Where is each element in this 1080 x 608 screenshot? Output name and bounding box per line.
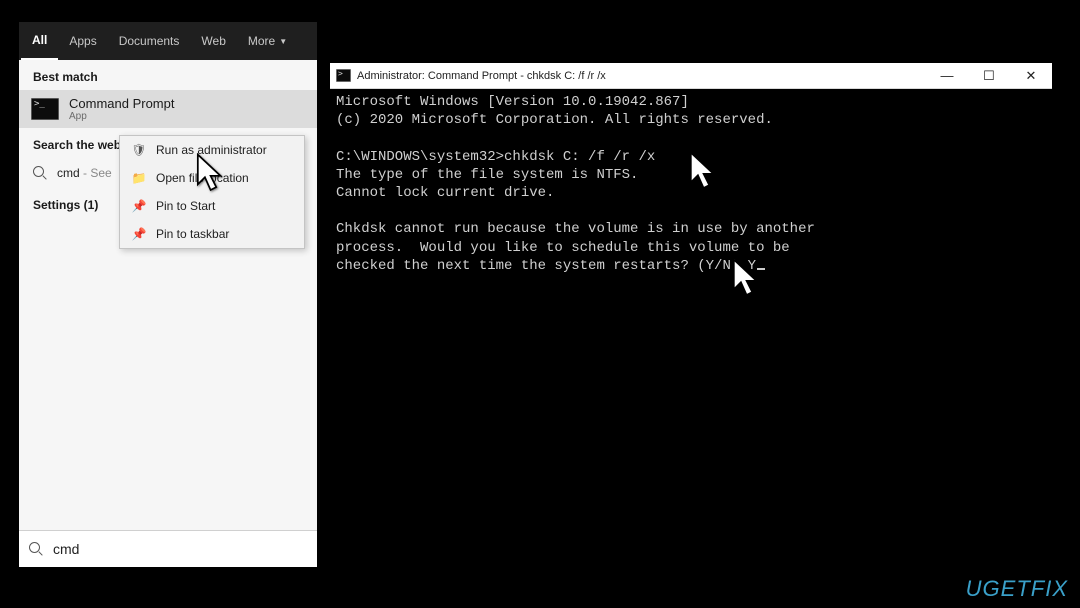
result-title: Command Prompt: [69, 96, 174, 111]
chevron-down-icon: ▼: [279, 37, 287, 46]
search-input[interactable]: [53, 541, 307, 557]
terminal-icon: [31, 98, 59, 120]
tab-documents[interactable]: Documents: [108, 22, 191, 60]
cursor-icon: [688, 151, 722, 191]
result-command-prompt[interactable]: Command Prompt App: [19, 90, 317, 128]
close-button[interactable]: ✕: [1010, 63, 1052, 89]
web-query-label: cmd - See: [57, 166, 112, 180]
ctx-label: Pin to taskbar: [156, 227, 229, 241]
tab-apps[interactable]: Apps: [58, 22, 107, 60]
search-box[interactable]: [19, 530, 317, 567]
search-results: Best match Command Prompt App Search the…: [19, 60, 317, 530]
start-search-panel: All Apps Documents Web More▼ Best match …: [19, 22, 317, 567]
tab-more[interactable]: More▼: [237, 22, 298, 60]
pin-icon: 📌: [132, 199, 146, 213]
search-icon: [33, 166, 47, 180]
tab-web[interactable]: Web: [190, 22, 236, 60]
pin-icon: 📌: [132, 227, 146, 241]
watermark: UGETFIX: [966, 576, 1068, 602]
shield-icon: 🛡: [132, 143, 146, 157]
tab-all[interactable]: All: [21, 22, 58, 60]
cursor-icon: [731, 258, 765, 298]
section-best-match: Best match: [19, 60, 317, 90]
search-tabs: All Apps Documents Web More▼: [19, 22, 317, 60]
maximize-button[interactable]: ☐: [968, 63, 1010, 89]
window-title: Administrator: Command Prompt - chkdsk C…: [357, 70, 606, 82]
window-titlebar[interactable]: Administrator: Command Prompt - chkdsk C…: [330, 63, 1052, 89]
ctx-pin-to-taskbar[interactable]: 📌 Pin to taskbar: [120, 220, 304, 248]
cursor-icon: [195, 153, 229, 193]
command-prompt-window: Administrator: Command Prompt - chkdsk C…: [330, 63, 1052, 556]
ctx-pin-to-start[interactable]: 📌 Pin to Start: [120, 192, 304, 220]
folder-icon: 📁: [132, 171, 146, 185]
search-icon: [29, 542, 43, 556]
minimize-button[interactable]: —: [926, 63, 968, 89]
terminal-icon: [336, 69, 351, 82]
result-subtitle: App: [69, 111, 174, 122]
ctx-label: Pin to Start: [156, 199, 215, 213]
window-controls: — ☐ ✕: [926, 63, 1052, 89]
